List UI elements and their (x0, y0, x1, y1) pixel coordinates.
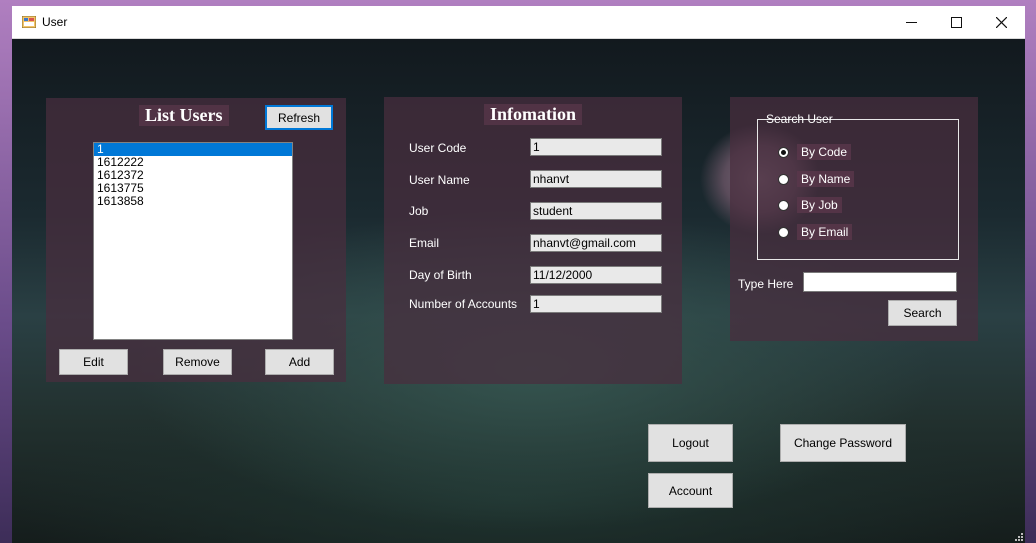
app-icon (22, 16, 36, 28)
search-user-group: Search User By Code By Name By Job By Em… (757, 112, 959, 260)
list-users-panel: List Users Refresh 1 1612222 1612372 161… (46, 98, 346, 382)
radio-by-job[interactable]: By Job (778, 197, 842, 213)
user-code-field[interactable]: 1 (530, 138, 662, 156)
user-name-field[interactable]: nhanvt (530, 170, 662, 188)
radio-unchecked-icon (778, 199, 789, 211)
radio-unchecked-icon (778, 226, 789, 238)
list-users-heading: List Users (139, 105, 229, 126)
user-name-label: User Name (409, 173, 470, 187)
radio-unchecked-icon (778, 173, 789, 185)
change-password-button[interactable]: Change Password (780, 424, 906, 462)
refresh-button[interactable]: Refresh (265, 105, 333, 130)
edit-button[interactable]: Edit (59, 349, 128, 375)
number-of-accounts-label: Number of Accounts (409, 297, 518, 311)
logout-button[interactable]: Logout (648, 424, 733, 462)
radio-by-name[interactable]: By Name (778, 171, 855, 187)
close-button[interactable] (978, 6, 1024, 38)
information-heading: Infomation (484, 104, 583, 125)
remove-button[interactable]: Remove (163, 349, 232, 375)
search-user-legend: Search User (766, 112, 833, 126)
user-window: User List Users Refresh 1 1612222 161237… (12, 6, 1025, 543)
job-field[interactable]: student (530, 202, 662, 220)
radio-label: By Code (797, 144, 852, 160)
number-of-accounts-field[interactable]: 1 (530, 295, 662, 313)
radio-label: By Job (797, 197, 842, 213)
background-image: List Users Refresh 1 1612222 1612372 161… (12, 39, 1025, 543)
maximize-button[interactable] (933, 6, 979, 38)
account-button[interactable]: Account (648, 473, 733, 508)
close-icon (995, 16, 1007, 28)
list-item[interactable]: 1613858 (94, 195, 292, 208)
search-input[interactable] (803, 272, 957, 292)
users-listbox[interactable]: 1 1612222 1612372 1613775 1613858 (93, 142, 293, 340)
radio-label: By Email (797, 224, 853, 240)
email-field[interactable]: nhanvt@gmail.com (530, 234, 662, 252)
search-panel: Search User By Code By Name By Job By Em… (730, 97, 978, 341)
type-here-label: Type Here (738, 277, 794, 291)
add-button[interactable]: Add (265, 349, 334, 375)
user-code-label: User Code (409, 141, 467, 155)
radio-checked-icon (778, 146, 789, 158)
day-of-birth-field[interactable]: 11/12/2000 (530, 266, 662, 284)
search-button[interactable]: Search (888, 300, 957, 326)
radio-by-code[interactable]: By Code (778, 144, 852, 160)
minimize-button[interactable] (888, 6, 934, 38)
window-title: User (42, 15, 68, 29)
email-label: Email (409, 236, 440, 250)
minimize-icon (905, 21, 917, 23)
information-panel: Infomation User Code 1 User Name nhanvt … (384, 97, 682, 384)
day-of-birth-label: Day of Birth (409, 268, 472, 282)
title-bar: User (12, 6, 1025, 39)
radio-label: By Name (797, 171, 855, 187)
resize-grip-icon[interactable] (1015, 533, 1023, 541)
maximize-icon (950, 16, 962, 28)
job-label: Job (409, 204, 429, 218)
radio-by-email[interactable]: By Email (778, 224, 853, 240)
